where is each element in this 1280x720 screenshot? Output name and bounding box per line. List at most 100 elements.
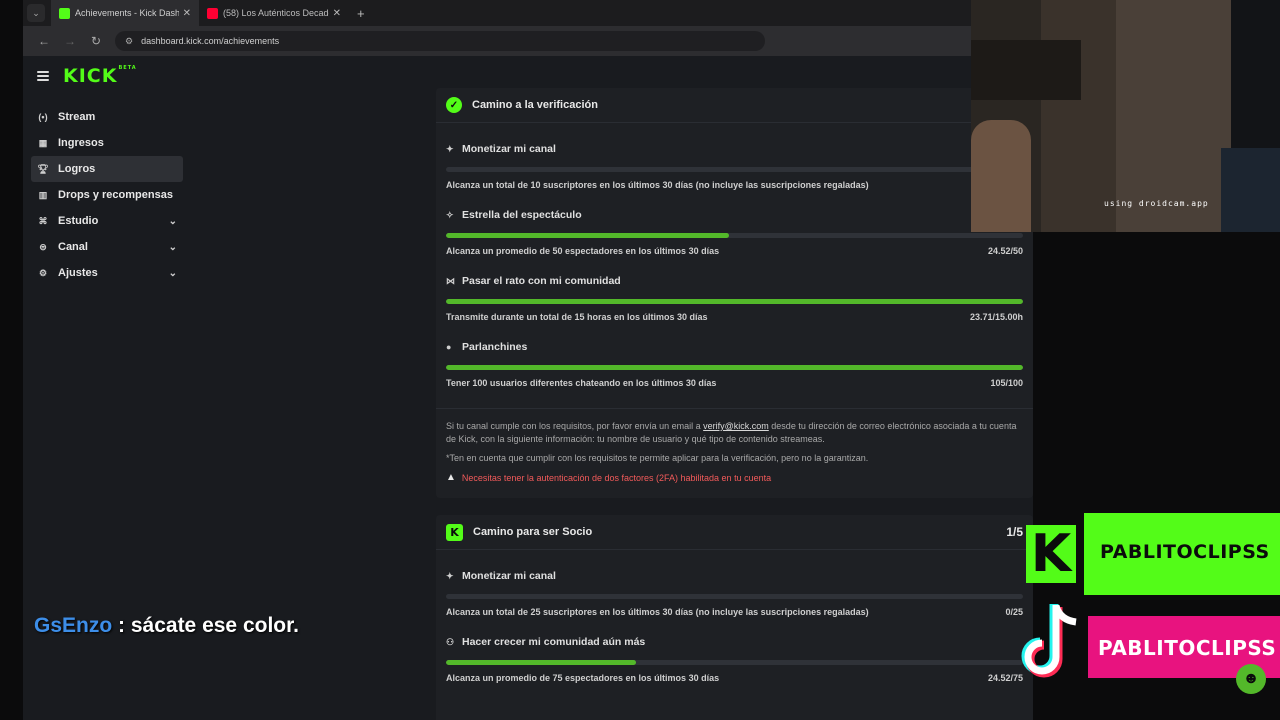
chat-overlay: GsEnzo : sácate ese color. [34,614,299,638]
browser-window: ⌄ Achievements - Kick Dashboard ✕ (58) L… [23,0,1033,720]
achievement-description: Transmite durante un total de 15 horas e… [446,312,708,322]
chat-username: GsEnzo [34,614,113,637]
chat-support-icon[interactable]: ☻ [1236,664,1266,694]
tab-title: (58) Los Auténticos Decadentes [223,8,329,18]
channel-icon: ⊜ [39,241,47,252]
kick-logo[interactable]: KICKBETA [63,65,137,87]
sidebar: (•) Stream ▦ Ingresos 🏆︎ Logros ▥ Drops y re… [31,104,183,286]
sparkle-icon: ✦ [446,570,454,581]
gift-icon: ▥ [38,189,48,200]
sparkle-icon: ✦ [446,143,454,154]
achievement-title: Pasar el rato con mi comunidad [462,275,621,287]
partner-card: K Camino para ser Socio 1/5 ✦ Monetizar m… [436,515,1033,720]
webcam-watermark: using droidcam.app [1104,199,1209,208]
achievement-item: ● Parlanchines Tener 100 usuarios diferen… [446,341,1023,388]
address-bar-row: ← → ↻ ⚙ dashboard.kick.com/achievements [23,26,1033,56]
chevron-down-icon: ⌄ [168,241,177,253]
verify-email-link[interactable]: verify@kick.com [703,421,769,431]
kick-favicon-icon [59,7,70,19]
youtube-favicon-icon [207,7,218,19]
reload-icon[interactable]: ↻ [83,34,109,48]
new-tab-icon[interactable]: + [357,6,365,21]
close-tab-icon[interactable]: ✕ [183,8,191,19]
site-info-icon[interactable]: ⚙ [125,36,133,47]
sidebar-item-drops[interactable]: ▥ Drops y recompensas [31,182,183,208]
achievement-description: Alcanza un total de 10 suscriptores en l… [446,180,869,190]
achievement-title: Monetizar mi canal [462,570,556,582]
sidebar-item-ingresos[interactable]: ▦ Ingresos [31,130,183,156]
sidebar-item-estudio[interactable]: ⌘ Estudio ⌄ [31,208,183,234]
chat-message: : sácate ese color. [112,614,299,637]
wallet-icon: ▦ [38,137,48,148]
achievement-progress: 23.71/15.00h [969,312,1023,322]
chevron-down-icon: ⌄ [168,215,177,227]
divider [436,549,1033,550]
achievement-description: Tener 100 usuarios diferentes chateando … [446,378,717,388]
sidebar-item-stream[interactable]: (•) Stream [31,104,183,130]
broadcast-icon: (•) [38,112,48,122]
chat-bubble-icon: ● [446,342,452,352]
url-text: dashboard.kick.com/achievements [141,36,280,46]
studio-icon: ⌘ [38,215,48,226]
achievement-item: ✦ Monetizar mi canal Alcanza un total de … [446,570,1023,617]
tab-bar: ⌄ Achievements - Kick Dashboard ✕ (58) L… [23,0,1033,26]
forward-icon[interactable]: → [57,34,83,48]
trophy-icon: 🏆︎ [37,163,49,174]
close-tab-icon[interactable]: ✕ [333,8,341,19]
tiktok-logo-icon [1021,604,1077,678]
progress-bar [446,233,1023,238]
progress-bar [446,167,1023,172]
verification-card: ✓ Camino a la verificación ✦ Monetizar mi… [436,88,1033,498]
sidebar-item-logros[interactable]: 🏆︎ Logros [31,156,183,182]
gear-icon: ⚙ [38,267,48,278]
verification-info: Si tu canal cumple con los requisitos, p… [446,421,1017,444]
partner-count: 1/5 [1006,525,1023,539]
partner-header: K Camino para ser Socio 1/5 [436,515,1033,549]
kick-badge-icon: K [446,523,463,541]
achievement-item: ✦ Monetizar mi canal Alcanza un total de … [446,143,1023,190]
achievement-item: ⚇ Hacer crecer mi comunidad aún más Alcan… [446,636,1023,683]
tab-achievements[interactable]: Achievements - Kick Dashboard ✕ [51,0,199,26]
twofa-warning: ▲ Necesitas tener la autenticación de do… [446,472,772,483]
back-icon[interactable]: ← [31,34,57,48]
progress-bar [446,660,1023,665]
achievement-progress: 24.52/50 [987,246,1023,256]
achievement-title: Estrella del espectáculo [462,209,582,221]
kick-handle: PABLITOCLIPSS [1100,541,1270,563]
achievement-item: ✧ Estrella del espectáculo Alcanza un pro… [446,209,1023,256]
kick-logo-icon: K [1026,525,1076,583]
achievement-title: Hacer crecer mi comunidad aún más [462,636,646,648]
tab-search-icon[interactable]: ⌄ [27,4,45,22]
menu-icon[interactable] [37,71,49,81]
verified-badge-icon: ✓ [446,97,462,113]
achievement-description: Alcanza un promedio de 75 espectadores e… [446,673,720,683]
growth-icon: ⚇ [446,636,455,647]
divider [436,122,1033,123]
progress-bar [446,594,1023,599]
achievement-title: Parlanchines [462,341,528,353]
url-field[interactable]: ⚙ dashboard.kick.com/achievements [115,31,765,51]
sidebar-item-canal[interactable]: ⊜ Canal ⌄ [31,234,183,260]
sidebar-item-ajustes[interactable]: ⚙ Ajustes ⌄ [31,260,183,286]
partner-title: Camino para ser Socio [473,526,593,538]
achievement-description: Alcanza un promedio de 50 espectadores e… [446,246,720,256]
warning-icon: ▲ [446,472,456,483]
tab-youtube[interactable]: (58) Los Auténticos Decadentes ✕ [199,0,349,26]
achievement-progress: 105/100 [990,378,1023,388]
chevron-down-icon: ⌄ [168,267,177,279]
verification-title: Camino a la verificación [472,99,598,111]
divider [436,408,1033,409]
progress-bar [446,365,1023,370]
achievement-item: ⋈ Pasar el rato con mi comunidad Transmit… [446,275,1023,322]
hangout-icon: ⋈ [446,275,455,286]
achievement-description: Alcanza un total de 25 suscriptores en l… [446,607,869,617]
kick-handle-overlay: K PABLITOCLIPSS [1026,513,1280,595]
progress-bar [446,299,1023,304]
achievement-title: Monetizar mi canal [462,143,556,155]
star-icon: ✧ [446,209,454,220]
webcam-feed: using droidcam.app [971,0,1280,232]
tiktok-handle: PABLITOCLIPSS [1098,636,1277,660]
tab-title: Achievements - Kick Dashboard [75,8,179,18]
verification-header: ✓ Camino a la verificación [436,88,1033,122]
verification-note: *Ten en cuenta que cumplir con los requi… [446,453,869,463]
